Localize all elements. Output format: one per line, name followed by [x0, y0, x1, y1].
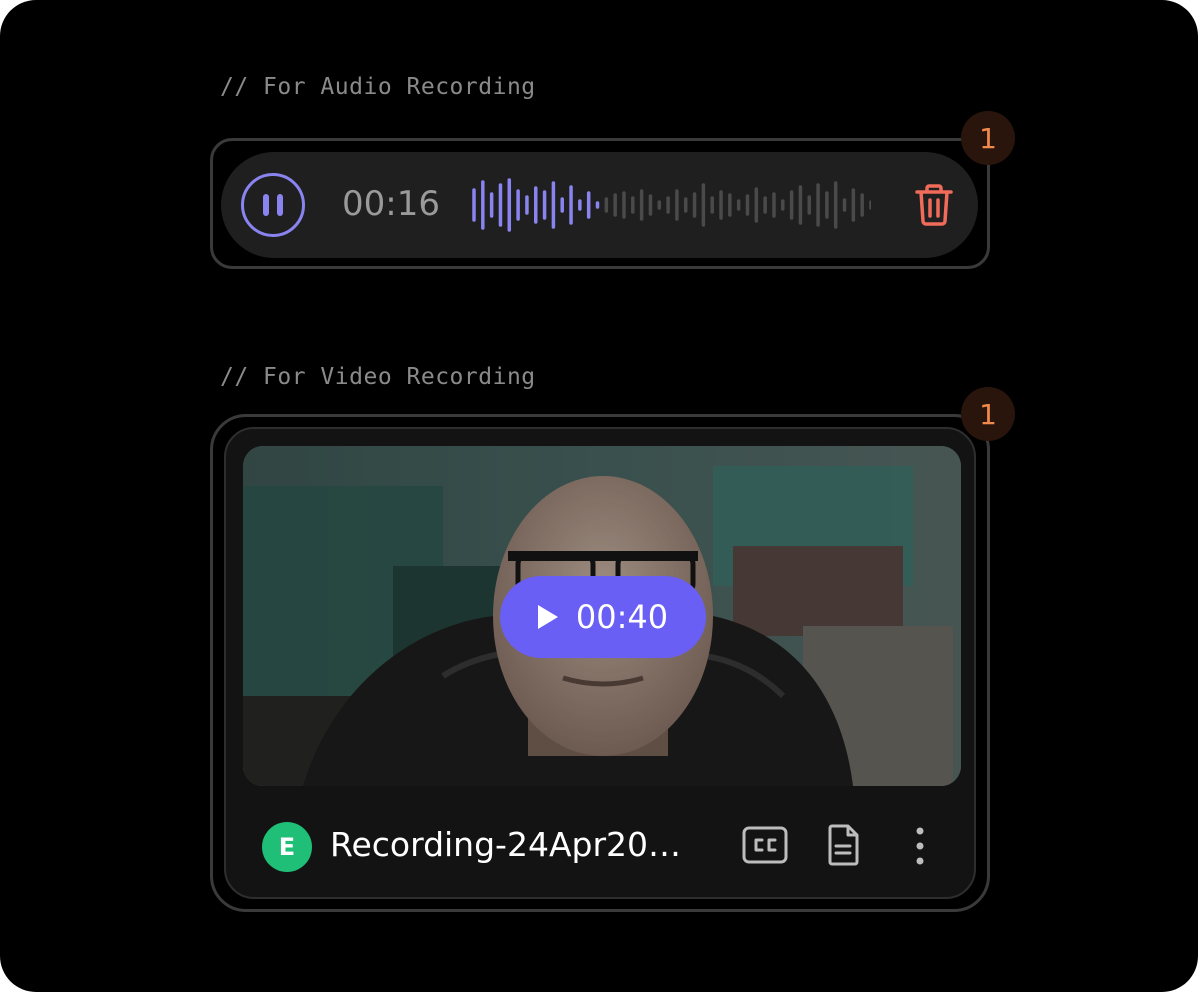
- cc-icon[interactable]: [742, 826, 788, 864]
- audio-waveform[interactable]: [471, 172, 871, 238]
- pause-icon-bar: [277, 194, 283, 216]
- audio-count-badge: 1: [961, 111, 1015, 165]
- pause-icon: [263, 194, 269, 216]
- pause-button[interactable]: [241, 173, 305, 237]
- more-vertical-icon[interactable]: [912, 826, 928, 866]
- trash-icon[interactable]: [914, 183, 954, 227]
- play-button[interactable]: 00:40: [500, 576, 706, 658]
- video-card: 00:40 E Recording-24Apr20…: [224, 427, 976, 899]
- video-section-label: // For Video Recording: [220, 364, 536, 390]
- play-icon: [537, 605, 558, 629]
- document-icon[interactable]: [826, 824, 860, 866]
- audio-section-label: // For Audio Recording: [220, 74, 536, 100]
- audio-timer: 00:16: [342, 184, 440, 224]
- canvas: // For Audio Recording 1 00:16 // For Vi…: [0, 0, 1198, 992]
- audio-player: 00:16: [221, 152, 978, 258]
- avatar: E: [262, 822, 312, 872]
- video-thumbnail[interactable]: 00:40: [243, 446, 961, 786]
- recording-file-name[interactable]: Recording-24Apr20…: [330, 825, 700, 864]
- video-count-badge: 1: [961, 387, 1015, 441]
- video-duration: 00:40: [575, 598, 669, 636]
